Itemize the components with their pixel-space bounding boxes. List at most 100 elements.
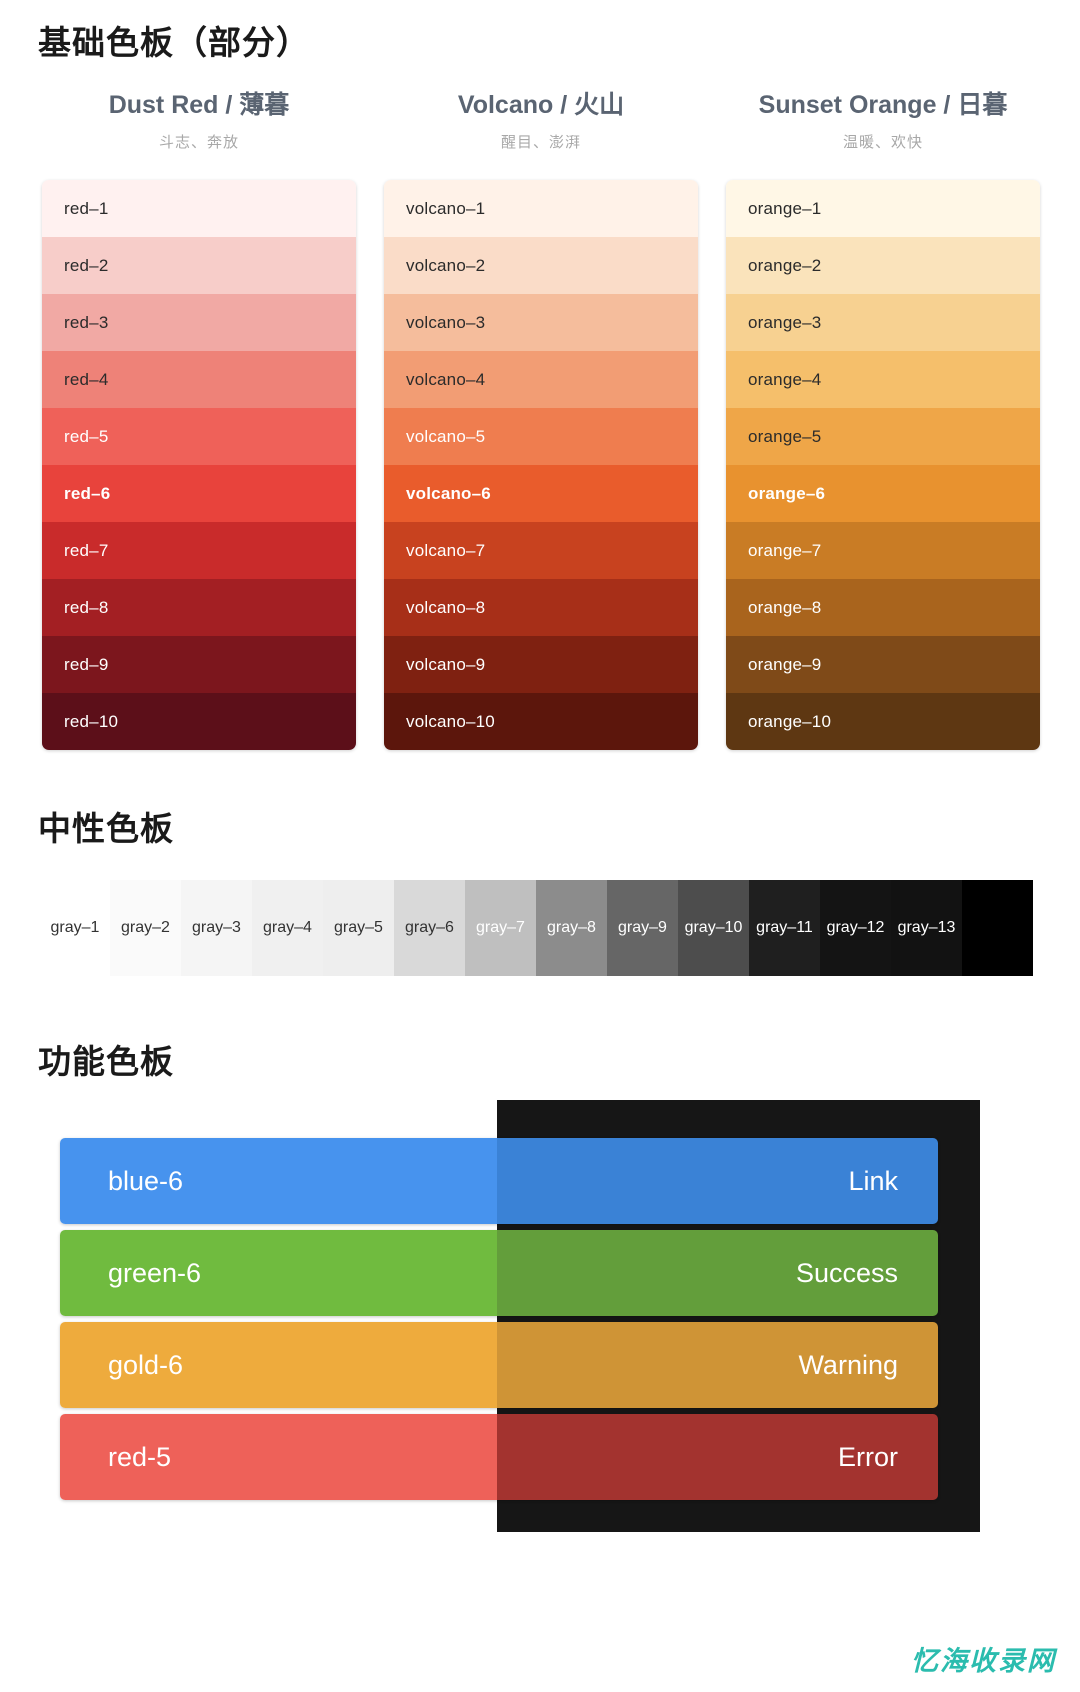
functional-palette-area: blue-6 Link green-6 Success gold-6 Warning red… xyxy=(0,1100,1080,1540)
color-swatch[interactable]: red–10 xyxy=(42,693,356,751)
swatch-stack: volcano–1 volcano–2 volcano–3 volcano–4 volc… xyxy=(384,180,698,751)
neutral-gray-strip: gray–2 gray–3 gray–4 gray–5 gray–6 gray–7 gray… xyxy=(110,880,1033,976)
palette-column-name: Sunset Orange / 日暮 xyxy=(758,91,1008,119)
gray-swatch-label: gray–6 xyxy=(405,919,454,936)
gray-swatch-label: gray–4 xyxy=(263,919,312,936)
color-swatch[interactable]: red–5 xyxy=(42,408,356,466)
color-swatch-label: volcano–5 xyxy=(406,426,486,446)
gray-swatch-label: gray–12 xyxy=(826,919,885,936)
basic-palette-row: Dust Red / 薄暮 斗志、奔放 red–1 red–2 red–3 red–4 re… xyxy=(0,90,1080,751)
gray-swatch[interactable]: gray–10 xyxy=(678,880,749,976)
color-swatch[interactable]: volcano–2 xyxy=(384,237,698,295)
color-swatch[interactable]: red–7 xyxy=(42,522,356,580)
gray-swatch[interactable]: gray–8 xyxy=(536,880,607,976)
color-swatch-label: orange–2 xyxy=(748,255,822,275)
functional-role-label: Link xyxy=(497,1138,938,1224)
gray-swatch-label: gray–5 xyxy=(334,919,383,936)
gray-swatch-label: gray–3 xyxy=(192,919,241,936)
gray-swatch[interactable]: gray–5 xyxy=(323,880,394,976)
color-swatch-label: volcano–7 xyxy=(406,540,486,560)
color-swatch[interactable]: orange–3 xyxy=(726,294,1040,352)
gray-swatch-label-outside: gray–1 xyxy=(50,919,100,936)
gray-swatch-label: gray–11 xyxy=(756,919,813,936)
gray-swatch-label: gray–9 xyxy=(618,919,667,936)
color-swatch-label: red–9 xyxy=(64,654,109,674)
color-swatch-label: orange–6 xyxy=(748,483,826,503)
gray-swatch[interactable] xyxy=(962,880,1033,976)
color-swatch[interactable]: volcano–8 xyxy=(384,579,698,637)
color-swatch[interactable]: orange–2 xyxy=(726,237,1040,295)
color-swatch[interactable]: volcano–3 xyxy=(384,294,698,352)
functional-color-bar[interactable]: green-6 Success xyxy=(60,1230,938,1316)
color-swatch[interactable]: red–9 xyxy=(42,636,356,694)
color-swatch-label: orange–8 xyxy=(748,597,822,617)
color-swatch[interactable]: orange–7 xyxy=(726,522,1040,580)
gray-swatch[interactable]: gray–4 xyxy=(252,880,323,976)
color-swatch[interactable]: red–2 xyxy=(42,237,356,295)
color-swatch-label: red–7 xyxy=(64,540,109,560)
gray-swatch[interactable]: gray–12 xyxy=(820,880,891,976)
color-swatch[interactable]: orange–9 xyxy=(726,636,1040,694)
palette-column: Sunset Orange / 日暮 温暖、欢快 orange–1 orange–2 o… xyxy=(726,90,1040,751)
palette-column: Dust Red / 薄暮 斗志、奔放 red–1 red–2 red–3 red–4 re… xyxy=(42,90,356,751)
functional-color-bar[interactable]: red-5 Error xyxy=(60,1414,938,1500)
basic-palette-title: 基础色板（部分） xyxy=(38,24,310,61)
color-swatch[interactable]: volcano–4 xyxy=(384,351,698,409)
gray-swatch[interactable]: gray–2 xyxy=(110,880,181,976)
color-swatch-label: orange–3 xyxy=(748,312,822,332)
palette-column-name: Volcano / 火山 xyxy=(457,91,625,119)
color-swatch[interactable]: orange–6 xyxy=(726,465,1040,523)
color-swatch-label: red–1 xyxy=(64,198,109,218)
functional-role-label: Error xyxy=(497,1414,938,1500)
color-swatch-label: volcano–4 xyxy=(406,369,486,389)
functional-color-bar[interactable]: blue-6 Link xyxy=(60,1138,938,1224)
color-swatch[interactable]: orange–10 xyxy=(726,693,1040,751)
swatch-stack: orange–1 orange–2 orange–3 orange–4 orange–5… xyxy=(726,180,1040,751)
functional-token-label: green-6 xyxy=(60,1230,497,1316)
color-swatch-label: orange–1 xyxy=(748,198,822,218)
color-swatch[interactable]: red–3 xyxy=(42,294,356,352)
swatch-stack: red–1 red–2 red–3 red–4 red–5 red–6 red–7 red–8… xyxy=(42,180,356,751)
color-swatch-label: red–10 xyxy=(64,711,119,731)
color-swatch[interactable]: volcano–1 xyxy=(384,180,698,238)
color-swatch[interactable]: volcano–10 xyxy=(384,693,698,751)
palette-column-description: 醒目、澎湃 xyxy=(500,134,581,152)
color-swatch-label: volcano–1 xyxy=(406,198,486,218)
functional-role-label: Success xyxy=(497,1230,938,1316)
color-swatch-label: volcano–8 xyxy=(406,597,486,617)
color-swatch[interactable]: red–8 xyxy=(42,579,356,637)
gray-swatch[interactable]: gray–11 xyxy=(749,880,820,976)
gray-swatch[interactable]: gray–7 xyxy=(465,880,536,976)
gray-swatch[interactable]: gray–6 xyxy=(394,880,465,976)
color-swatch[interactable]: volcano–5 xyxy=(384,408,698,466)
functional-token-label: red-5 xyxy=(60,1414,497,1500)
functional-role-label: Warning xyxy=(497,1322,938,1408)
color-swatch[interactable]: red–4 xyxy=(42,351,356,409)
color-swatch[interactable]: red–6 xyxy=(42,465,356,523)
gray-swatch-label: gray–10 xyxy=(684,919,743,936)
color-swatch[interactable]: orange–4 xyxy=(726,351,1040,409)
color-swatch-label: red–6 xyxy=(64,483,111,503)
color-swatch[interactable]: volcano–6 xyxy=(384,465,698,523)
color-swatch-label: volcano–3 xyxy=(406,312,486,332)
color-swatch[interactable]: orange–8 xyxy=(726,579,1040,637)
gray-swatch[interactable]: gray–9 xyxy=(607,880,678,976)
functional-palette-title: 功能色板 xyxy=(38,1043,174,1080)
color-swatch[interactable]: orange–5 xyxy=(726,408,1040,466)
color-swatch[interactable]: volcano–7 xyxy=(384,522,698,580)
gray-swatch[interactable]: gray–3 xyxy=(181,880,252,976)
color-swatch[interactable]: volcano–9 xyxy=(384,636,698,694)
palette-column-description: 斗志、奔放 xyxy=(158,134,239,152)
color-swatch-label: red–5 xyxy=(64,426,109,446)
color-swatch[interactable]: red–1 xyxy=(42,180,356,238)
palette-column-name: Dust Red / 薄暮 xyxy=(108,91,290,119)
color-swatch-label: red–4 xyxy=(64,369,109,389)
functional-color-bar[interactable]: gold-6 Warning xyxy=(60,1322,938,1408)
color-swatch-label: orange–9 xyxy=(748,654,822,674)
color-swatch-label: volcano–6 xyxy=(406,483,491,503)
functional-token-label: gold-6 xyxy=(60,1322,497,1408)
gray-swatch[interactable]: gray–13 xyxy=(891,880,962,976)
color-swatch[interactable]: orange–1 xyxy=(726,180,1040,238)
color-swatch-label: orange–4 xyxy=(748,369,822,389)
color-swatch-label: orange–10 xyxy=(748,711,832,731)
